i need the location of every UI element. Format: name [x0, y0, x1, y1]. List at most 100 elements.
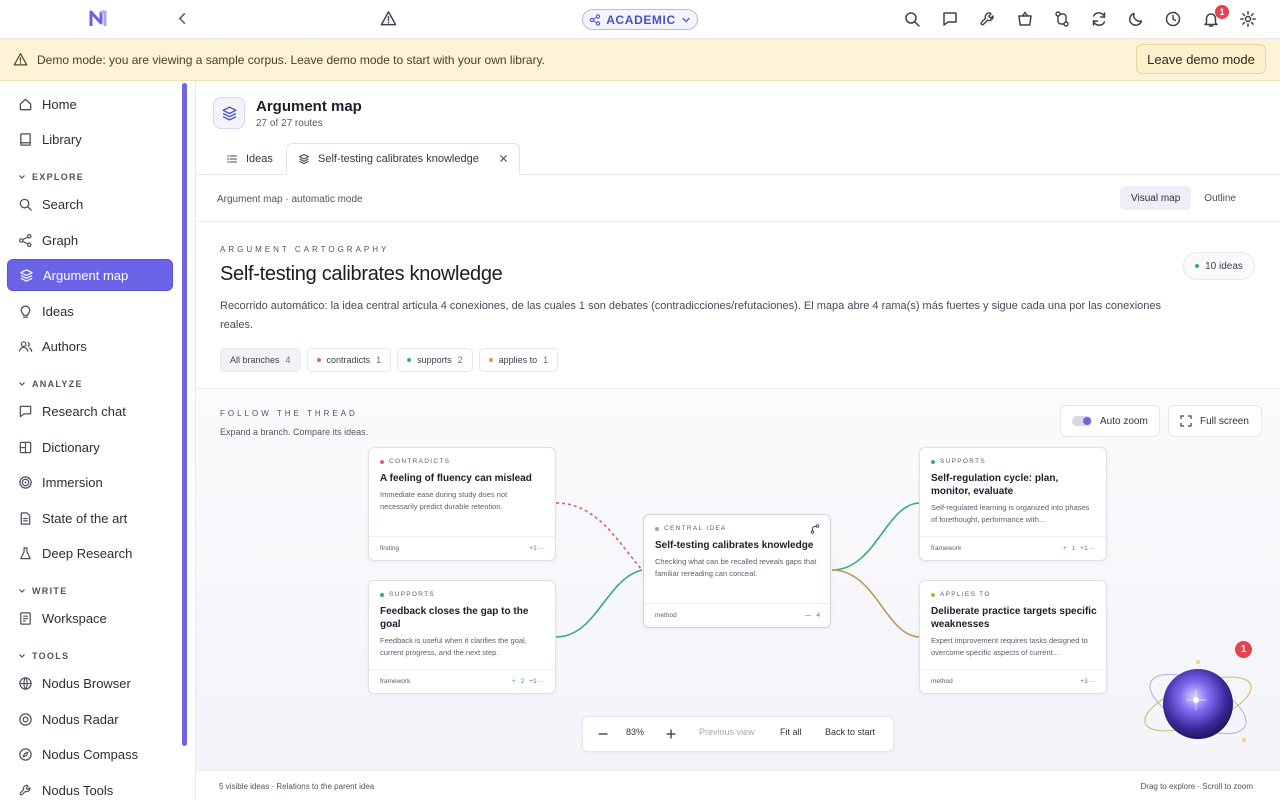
sidebar-item-home[interactable]: Home	[7, 88, 173, 120]
sidebar-item-authors[interactable]: Authors	[7, 330, 173, 362]
section-tools[interactable]: TOOLS	[18, 651, 69, 661]
sidebar-item-label: State of the art	[42, 510, 128, 526]
sidebar-item-nodus-browser[interactable]: Nodus Browser	[7, 667, 173, 699]
previous-view-button[interactable]: Previous view	[699, 727, 755, 737]
assistant-orb-icon[interactable]	[1138, 648, 1258, 758]
users-icon	[18, 339, 33, 354]
sidebar-item-label: Immersion	[42, 474, 103, 490]
flask-icon	[18, 546, 33, 561]
filter-supports[interactable]: supports 2	[397, 348, 473, 372]
idea-card-deliberate-practice[interactable]: APPLIES TO Deliberate practice targets s…	[919, 580, 1107, 694]
sidebar-item-argument-map[interactable]: Argument map	[7, 259, 173, 291]
leave-demo-mode-button[interactable]: Leave demo mode	[1136, 44, 1266, 74]
branch-icon[interactable]	[810, 524, 820, 534]
visual-map-button[interactable]: Visual map	[1120, 186, 1192, 210]
sidebar-item-label: Home	[42, 96, 77, 112]
applies-to-dot	[931, 592, 935, 597]
zoom-in-icon[interactable]	[665, 728, 677, 740]
message-icon[interactable]	[941, 10, 959, 28]
close-tab-icon[interactable]	[498, 153, 509, 164]
card-meta[interactable]: +3 ···	[1080, 678, 1096, 685]
main-content: Argument map 27 of 27 routes Ideas Self-…	[196, 81, 1280, 800]
share-nodes-icon	[589, 13, 601, 26]
filter-applies-to[interactable]: applies to 1	[478, 348, 559, 372]
sidebar-item-ideas[interactable]: Ideas	[7, 295, 173, 327]
section-label: WRITE	[32, 586, 68, 596]
clock-icon[interactable]	[1164, 10, 1182, 28]
sidebar-item-state-of-the-art[interactable]: State of the art	[7, 502, 173, 534]
sidebar-item-label: Search	[42, 196, 84, 212]
notifications-badge[interactable]: 1	[1215, 5, 1229, 19]
sidebar-item-library[interactable]: Library	[7, 123, 173, 155]
warning-icon[interactable]	[380, 10, 397, 27]
relation-kind: SUPPORTS	[931, 458, 986, 465]
section-explore[interactable]: EXPLORE	[18, 172, 84, 182]
settings-gear-icon[interactable]	[1239, 10, 1257, 28]
idea-card-self-regulation[interactable]: SUPPORTS Self-regulation cycle: plan, mo…	[919, 447, 1107, 561]
sidebar-item-immersion[interactable]: Immersion	[7, 466, 173, 498]
git-compare-icon[interactable]	[1053, 10, 1071, 28]
sidebar-item-nodus-tools[interactable]: Nodus Tools	[7, 774, 173, 800]
assistant-badge[interactable]: 1	[1235, 641, 1252, 658]
sidebar-item-label: Ideas	[42, 303, 74, 319]
sidebar-item-workspace[interactable]: Workspace	[7, 602, 173, 634]
sidebar-item-deep-research[interactable]: Deep Research	[7, 537, 173, 569]
tab-ideas[interactable]: Ideas	[226, 143, 273, 175]
search-icon	[18, 197, 33, 212]
filter-all-branches[interactable]: All branches 4	[220, 348, 301, 372]
demo-mode-text: Demo mode: you are viewing a sample corp…	[37, 53, 546, 67]
sidebar-item-nodus-compass[interactable]: Nodus Compass	[7, 738, 173, 770]
wrench-icon	[18, 783, 33, 798]
argument-map-canvas[interactable]: FOLLOW THE THREAD Expand a branch. Compa…	[196, 388, 1280, 770]
section-analyze[interactable]: ANALYZE	[18, 379, 83, 389]
filter-label: contradicts	[326, 355, 371, 365]
sidebar-item-research-chat[interactable]: Research chat	[7, 395, 173, 427]
nodus-logo-icon[interactable]	[88, 9, 108, 29]
chat-icon	[18, 404, 33, 419]
shopping-bag-icon[interactable]	[1016, 10, 1034, 28]
ideas-count-badge: 10 ideas	[1183, 252, 1255, 280]
fit-all-button[interactable]: Fit all	[780, 727, 802, 737]
card-meta[interactable]: +1 +1 ···	[1063, 545, 1096, 552]
filter-contradicts[interactable]: contradicts 1	[306, 348, 392, 372]
idea-title: Deliberate practice targets specific wea…	[931, 606, 1097, 630]
idea-card-fluency[interactable]: CONTRADICTS A feeling of fluency can mis…	[368, 447, 556, 561]
collapse-sidebar-chevron-icon[interactable]	[175, 11, 190, 26]
sidebar-item-graph[interactable]: Graph	[7, 224, 173, 256]
list-icon	[226, 153, 238, 165]
sidebar-scrollbar[interactable]	[182, 83, 187, 746]
ideas-count: 10 ideas	[1205, 260, 1243, 272]
idea-type: method	[931, 678, 953, 685]
search-icon[interactable]	[903, 10, 921, 28]
tab-self-testing[interactable]: Self-testing calibrates knowledge	[286, 143, 520, 175]
idea-type: method	[655, 612, 677, 619]
sidebar-item-search[interactable]: Search	[7, 188, 173, 220]
filter-label: supports	[417, 355, 452, 365]
idea-card-feedback[interactable]: SUPPORTS Feedback closes the gap to the …	[368, 580, 556, 694]
argument-map-header-icon	[213, 97, 245, 129]
wrench-icon[interactable]	[979, 10, 997, 28]
central-idea-card[interactable]: CENTRAL IDEA Self-testing calibrates kno…	[643, 514, 831, 628]
zoom-level: 83%	[626, 727, 645, 737]
sidebar-item-label: Deep Research	[42, 545, 133, 561]
card-footer: finding +1 ···	[369, 536, 555, 560]
academic-mode-selector[interactable]: ACADEMIC	[582, 9, 698, 30]
page-title: Argument map	[256, 98, 362, 115]
back-to-start-button[interactable]: Back to start	[825, 727, 875, 737]
tab-label: Self-testing calibrates knowledge	[318, 153, 479, 165]
card-meta[interactable]: —4	[805, 612, 820, 619]
sidebar-item-dictionary[interactable]: Dictionary	[7, 431, 173, 463]
section-write[interactable]: WRITE	[18, 586, 68, 596]
sidebar-item-label: Workspace	[42, 610, 107, 626]
refresh-icon[interactable]	[1090, 10, 1108, 28]
lightbulb-icon	[18, 304, 33, 319]
workspace-icon	[18, 611, 33, 626]
outline-button[interactable]: Outline	[1193, 186, 1247, 210]
zoom-out-icon[interactable]	[597, 728, 609, 740]
card-meta[interactable]: +2 +1 ···	[512, 678, 545, 685]
chevron-down-icon	[18, 173, 26, 181]
moon-icon[interactable]	[1127, 10, 1145, 28]
card-meta[interactable]: +1 ···	[529, 545, 545, 552]
filter-label: applies to	[498, 355, 538, 365]
sidebar-item-nodus-radar[interactable]: Nodus Radar	[7, 703, 173, 735]
